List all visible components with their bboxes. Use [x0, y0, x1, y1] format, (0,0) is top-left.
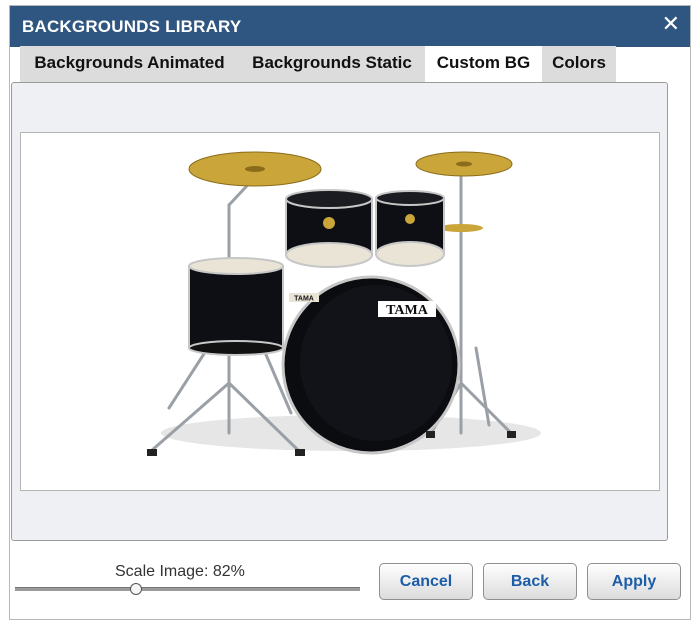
tab-backgrounds-static[interactable]: Backgrounds Static: [239, 46, 425, 82]
scale-slider-thumb[interactable]: [130, 583, 142, 595]
tab-backgrounds-animated[interactable]: Backgrounds Animated: [20, 46, 239, 82]
scale-image-label: Scale Image: 82%: [115, 563, 245, 580]
background-image-preview: TAMA TAMA: [20, 132, 660, 491]
apply-button[interactable]: Apply: [587, 563, 681, 600]
tab-colors[interactable]: Colors: [542, 46, 616, 82]
badge-logo: TAMA: [294, 296, 314, 303]
close-icon[interactable]: ✕: [662, 11, 680, 39]
dialog-titlebar: BACKGROUNDS LIBRARY ✕: [10, 6, 690, 47]
drum-kit-image: TAMA TAMA: [147, 151, 541, 456]
tab-custom-bg[interactable]: Custom BG: [425, 46, 542, 82]
scale-slider-track[interactable]: [15, 587, 360, 591]
dialog-title: BACKGROUNDS LIBRARY: [22, 17, 242, 36]
cancel-button[interactable]: Cancel: [379, 563, 473, 600]
back-button[interactable]: Back: [483, 563, 577, 600]
custom-bg-panel: TAMA TAMA: [11, 82, 668, 541]
bass-drum-logo: TAMA: [386, 303, 429, 318]
